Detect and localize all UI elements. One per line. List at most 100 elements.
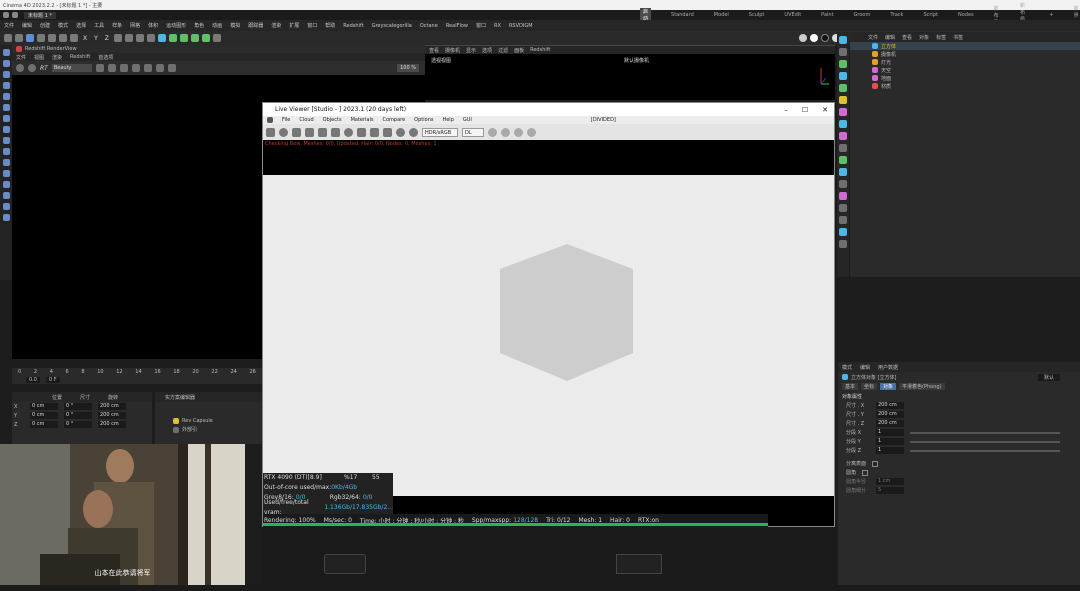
viewport-menu-item[interactable]: 面板 (514, 47, 524, 54)
layout-tab-paint[interactable]: Paint (821, 12, 833, 18)
close-icon[interactable]: ✕ (822, 106, 828, 114)
frame-icon[interactable] (357, 127, 366, 137)
clock-icon[interactable] (409, 127, 418, 137)
sphere-icon[interactable] (344, 127, 353, 137)
color-icon[interactable] (143, 64, 152, 72)
size-y-field[interactable]: 200 cm (876, 411, 904, 418)
grid-icon[interactable] (2, 203, 10, 210)
attr-tab-coord[interactable]: 坐标 (861, 383, 878, 390)
snapshot-icon[interactable] (95, 64, 104, 72)
scheme-item[interactable]: 外部引 (182, 426, 197, 433)
menu-item[interactable]: Redshift (343, 23, 363, 29)
add-layout-button[interactable]: + (1049, 12, 1053, 18)
current-time-field[interactable]: 0.0 (26, 377, 40, 383)
lv-menu-item[interactable]: Materials (351, 117, 374, 123)
segments-y-field[interactable]: 1 (876, 438, 904, 445)
maximize-icon[interactable]: ☐ (802, 106, 808, 114)
menu-item[interactable]: 选择 (76, 22, 86, 29)
attr-tab-basic[interactable]: 基本 (842, 383, 859, 390)
menu-item[interactable]: 模式 (58, 22, 68, 29)
rv-menu-item[interactable]: Redshift (70, 54, 90, 60)
segments-x-slider[interactable] (910, 431, 1060, 434)
rotation-z-field[interactable]: 0 ° (64, 421, 92, 428)
attr-menu-item[interactable]: 用户数据 (878, 364, 898, 371)
segments-x-field[interactable]: 1 (876, 429, 904, 436)
lv-menu-item[interactable]: Cloud (299, 117, 313, 123)
position-x-field[interactable]: 0 cm (30, 403, 58, 410)
workplane-icon[interactable] (2, 137, 10, 144)
undo-icon[interactable] (4, 34, 12, 42)
fillet-radius-field[interactable]: 1 cm (876, 478, 904, 485)
redo-icon[interactable] (12, 12, 18, 18)
node-preview[interactable] (324, 554, 366, 574)
region-icon[interactable] (119, 64, 128, 72)
lv-menu-item[interactable]: File (282, 117, 290, 123)
size-z-field[interactable]: 200 cm (876, 420, 904, 427)
segments-y-slider[interactable] (910, 440, 1060, 443)
attr-tab-object[interactable]: 对象 (880, 383, 897, 390)
axis-z-toggle[interactable]: Z (105, 35, 109, 42)
coord-system-icon[interactable] (113, 34, 122, 42)
aov-dropdown[interactable]: Beauty (51, 64, 92, 72)
dot-icon[interactable] (514, 127, 523, 137)
play-icon[interactable] (28, 64, 36, 72)
crop-icon[interactable] (107, 64, 116, 72)
generator-icon[interactable] (179, 34, 188, 42)
rv-menu-item[interactable]: 首选项 (98, 54, 113, 61)
viewport-menu-item[interactable]: 选项 (482, 47, 492, 54)
rotation-x-field[interactable]: 0 ° (64, 403, 92, 410)
tool-icon[interactable] (839, 120, 847, 128)
cube-icon[interactable] (157, 34, 166, 42)
tool-icon[interactable] (839, 168, 847, 176)
menu-item[interactable]: RealFlow (446, 23, 468, 29)
camera-icon[interactable] (212, 34, 221, 42)
menu-item[interactable]: 动画 (212, 22, 222, 29)
menu-item[interactable]: Octane (420, 23, 438, 29)
tweak-icon[interactable] (2, 115, 10, 122)
snap-icon[interactable] (2, 126, 10, 133)
object-row[interactable]: 地面 (850, 74, 1080, 82)
lv-menu-item[interactable]: Help (442, 117, 453, 123)
fit-icon[interactable] (155, 64, 164, 72)
tool-icon[interactable] (839, 96, 847, 104)
layout-tab-standard[interactable]: Standard (671, 12, 694, 18)
attr-menu-item[interactable]: 模式 (842, 364, 852, 371)
menu-item[interactable]: 窗口 (476, 22, 486, 29)
dot-icon[interactable] (488, 127, 497, 137)
field-icon[interactable] (201, 34, 210, 42)
menu-item[interactable]: 跟踪器 (248, 22, 263, 29)
render-icon[interactable] (2, 170, 10, 177)
tool-icon[interactable] (839, 228, 847, 236)
layout-tab-script[interactable]: Script (923, 12, 938, 18)
solo-icon[interactable] (2, 159, 10, 166)
perspective-viewport[interactable]: 查看 摄像机 显示 选项 过滤 面板 Redshift 透视视图 默认摄像机 (425, 45, 835, 100)
menu-item[interactable]: 编辑 (22, 22, 32, 29)
sculpt-icon[interactable] (2, 192, 10, 199)
pin-icon[interactable] (396, 127, 405, 137)
menu-item[interactable]: Greyscalegorilla (372, 23, 412, 29)
menu-item[interactable]: RX (494, 23, 501, 29)
axis-mode-icon[interactable] (2, 104, 10, 111)
rotate-icon[interactable] (59, 34, 67, 42)
deformer-icon[interactable] (190, 34, 199, 42)
expand-icon[interactable] (167, 64, 176, 72)
lv-menu-item[interactable]: Compare (382, 117, 405, 123)
menu-item[interactable]: 扩展 (289, 22, 299, 29)
tool-icon[interactable] (839, 60, 847, 68)
tool-icon[interactable] (839, 192, 847, 200)
lock-icon[interactable] (2, 148, 10, 155)
save-icon[interactable] (383, 127, 392, 137)
menu-item[interactable]: 工具 (94, 22, 104, 29)
menu-item[interactable]: 窗口 (307, 22, 317, 29)
refresh-icon[interactable] (279, 127, 288, 137)
menu-icon[interactable] (267, 117, 273, 123)
document-tab[interactable]: 未标题 1 * (24, 11, 56, 19)
position-z-field[interactable]: 0 cm (30, 421, 58, 428)
layout-tab-sculpt[interactable]: Sculpt (749, 12, 765, 18)
lv-menu-item[interactable]: GUI (463, 117, 472, 123)
object-row[interactable]: 材质 (850, 82, 1080, 90)
size-z-field[interactable]: 200 cm (98, 421, 126, 428)
menu-item[interactable]: 文件 (4, 22, 14, 29)
size-y-field[interactable]: 200 cm (98, 412, 126, 419)
viewport-menu-item[interactable]: 过滤 (498, 47, 508, 54)
